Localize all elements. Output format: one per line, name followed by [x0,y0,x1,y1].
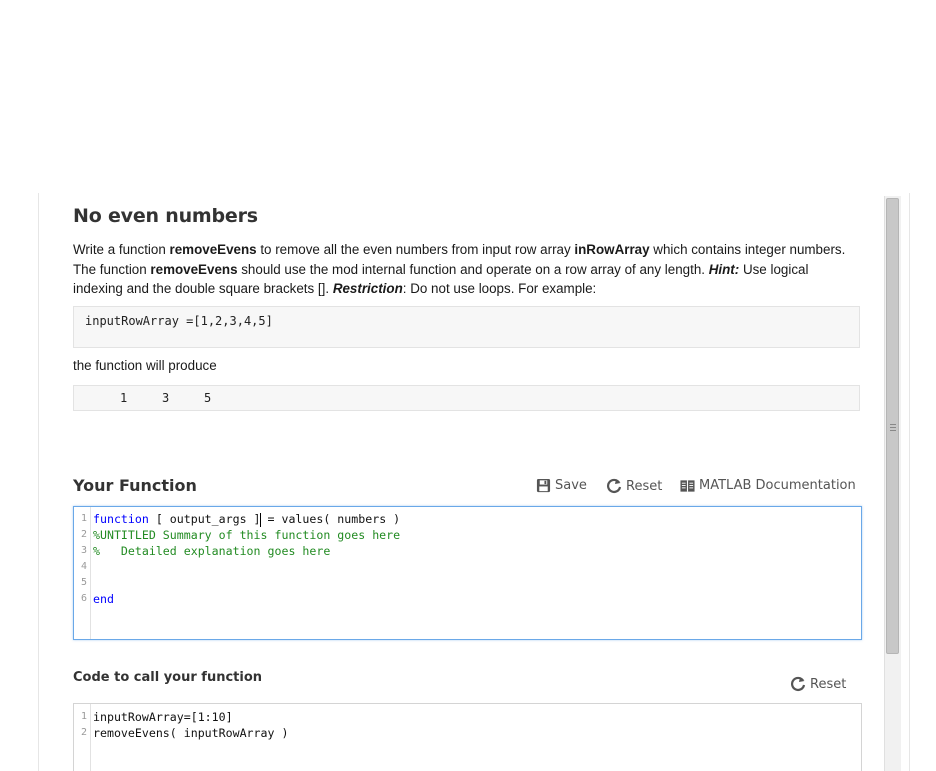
call-code-reset-button[interactable]: Reset [790,676,846,692]
matlab-documentation-link[interactable]: MATLAB Documentation [680,478,856,493]
reset-label: Reset [626,479,662,494]
floppy-disk-icon [536,478,551,493]
line-number: 2 [74,527,87,543]
code-line: 2 %UNTITLED Summary of this function goe… [74,527,861,543]
line-number: 5 [74,575,87,591]
code-line: 4 [74,559,861,575]
line-number: 2 [74,725,87,741]
code-line: 6 end [74,591,861,607]
line-number: 4 [74,559,87,575]
scrollbar-thumb[interactable] [886,198,899,654]
reset-label: Reset [810,677,846,692]
code-text: function [ output_args ] = values( numbe… [93,511,400,527]
scrollbar-grip-icon [890,424,896,431]
problem-description: Write a function removeEvens to remove a… [73,240,860,299]
code-token: = values( numbers ) [261,512,401,526]
code-text: inputRowArray=[1:10] [93,709,233,725]
line-number: 1 [74,511,87,527]
code-token: [ output_args ] [149,512,261,526]
restriction-label: Restriction [333,281,403,296]
output-value: 1 [120,391,127,405]
desc-text: should use the mod internal function and… [238,262,709,277]
example-input-text: inputRowArray =[1,2,3,4,5] [85,314,273,328]
problem-panel: No even numbers Write a function removeE… [38,193,910,771]
reset-button[interactable]: Reset [606,478,662,494]
output-value: 3 [162,391,169,405]
output-value: 5 [204,391,211,405]
keyword: function [93,512,149,526]
refresh-icon [790,676,806,692]
desc-text: Write a function [73,242,170,257]
code-text: removeEvens( inputRowArray ) [93,725,288,741]
desc-text: : Do not use loops. For example: [403,281,597,296]
code-comment: %UNTITLED Summary of this function goes … [93,527,400,543]
code-line: 2 removeEvens( inputRowArray ) [74,725,861,741]
docs-label: MATLAB Documentation [699,478,856,493]
hint-label: Hint: [709,262,740,277]
your-function-title: Your Function [73,476,197,495]
code-line: 3 % Detailed explanation goes here [74,543,861,559]
book-icon [680,479,695,493]
problem-title: No even numbers [73,205,258,227]
save-button[interactable]: Save [536,478,587,493]
desc-array-name: inRowArray [574,242,649,257]
desc-function-name: removeEvens [170,242,257,257]
desc-function-name: removeEvens [150,262,237,277]
vertical-scrollbar[interactable] [884,196,901,771]
desc-text: to remove all the even numbers from inpu… [257,242,575,257]
line-number: 1 [74,709,87,725]
code-line: 5 [74,575,861,591]
save-label: Save [555,478,587,493]
code-line: 1 inputRowArray=[1:10] [74,709,861,725]
call-code-editor[interactable]: 1 inputRowArray=[1:10] 2 removeEvens( in… [73,703,862,771]
line-number: 3 [74,543,87,559]
keyword: end [93,591,114,607]
line-number: 6 [74,591,87,607]
function-code-editor[interactable]: 1 function [ output_args ] = values( num… [73,506,862,640]
produce-text: the function will produce [73,358,217,373]
example-output-code: 1 3 5 [73,385,860,411]
call-code-title: Code to call your function [73,670,262,685]
code-line: 1 function [ output_args ] = values( num… [74,511,861,527]
example-input-code: inputRowArray =[1,2,3,4,5] [73,306,860,348]
refresh-icon [606,478,622,494]
code-comment: % Detailed explanation goes here [93,543,330,559]
